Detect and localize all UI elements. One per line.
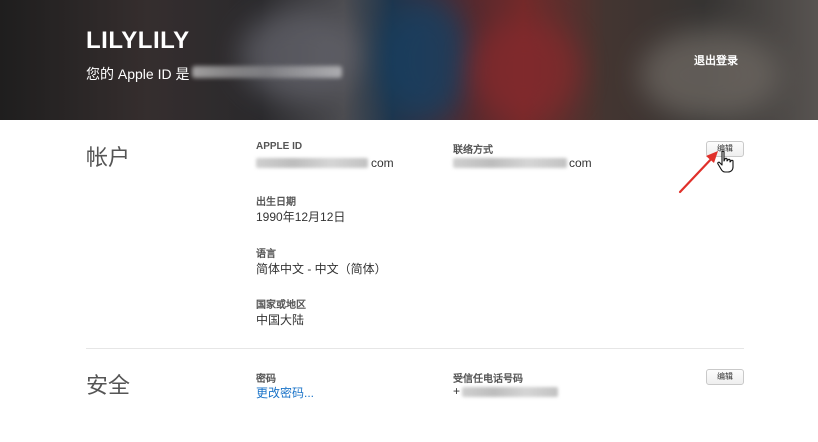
account-name: LILYLILY [86,27,190,54]
change-password-link[interactable]: 更改密码... [256,384,314,401]
region-value: 中国大陆 [256,313,305,327]
apple-id-line: 您的 Apple ID 是 [86,66,190,82]
password-label: 密码 [256,374,276,385]
birthday-label: 出生日期 [256,197,296,208]
language-value: 简体中文 - 中文（简体） [256,262,387,276]
security-edit-button[interactable]: 编辑 [706,369,744,385]
phone-redacted-value [462,387,558,397]
region-label: 国家或地区 [256,300,306,311]
hand-cursor-icon [717,150,734,173]
apple-id-redacted-value [256,158,368,168]
contact-domain: com [569,156,592,170]
section-title-security: 安全 [86,373,131,398]
trusted-phone-label: 受信任电话号码 [453,374,523,385]
section-divider [86,348,744,349]
apple-id-label: APPLE ID [256,141,303,152]
phone-prefix: + [453,384,461,398]
language-label: 语言 [256,249,276,260]
birthday-value: 1990年12月12日 [256,210,346,224]
contact-redacted-value [453,158,567,168]
section-title-account: 帐户 [86,145,131,170]
contact-label: 联络方式 [453,145,493,156]
sign-out-button[interactable]: 退出登录 [694,52,738,68]
apple-id-domain: com [371,156,394,170]
apple-id-redacted [192,66,342,78]
profile-banner: LILYLILY 您的 Apple ID 是 退出登录 [0,0,818,120]
